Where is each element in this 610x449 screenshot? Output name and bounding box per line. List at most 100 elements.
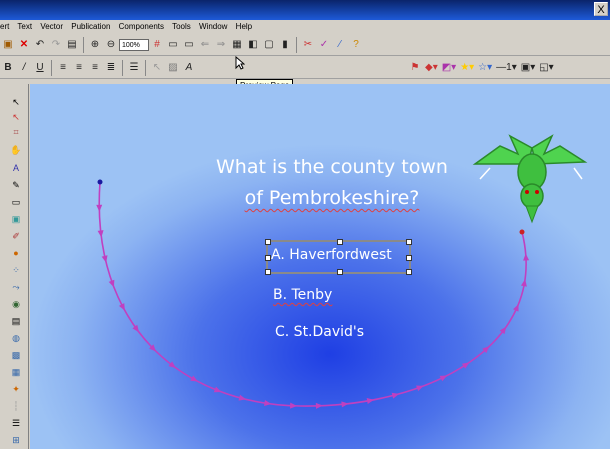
align-right-icon[interactable]: ≡ (89, 60, 101, 76)
media-tool-icon[interactable]: ▦ (10, 366, 22, 378)
zoom-out-icon[interactable]: ⊖ (105, 37, 117, 53)
separator (145, 60, 146, 76)
preview-page-icon[interactable]: ▭ (167, 37, 179, 53)
shadow-icon[interactable]: ◩▾ (442, 60, 456, 76)
menu-help[interactable]: Help (236, 22, 252, 31)
resize-handle[interactable] (265, 239, 271, 245)
tools-panel: ↖ ↖ ⌗ ✋ A ✎ ▭ ▣ ✐ ● ⁘ ⤳ ◉ ▤ ◍ ▩ ▦ ✦ ┆ ☰ … (0, 84, 29, 449)
menu-vector[interactable]: Vector (40, 22, 63, 31)
delete-icon[interactable]: ✕ (18, 37, 30, 53)
resize-handle[interactable] (406, 255, 412, 261)
welsh-dragon-image[interactable] (470, 124, 590, 234)
motion-path-arrow (118, 303, 125, 311)
menu-components[interactable]: Components (119, 22, 164, 31)
menu-window[interactable]: Window (199, 22, 227, 31)
paint-tool-icon[interactable]: ✐ (10, 230, 22, 242)
close-button[interactable]: X (594, 2, 608, 16)
justify-icon[interactable]: ≣ (105, 60, 117, 76)
star-outline-icon[interactable]: ☆▾ (478, 60, 492, 76)
more-icon[interactable]: ◱▾ (539, 60, 553, 76)
preview-icon[interactable]: ▭ (183, 37, 195, 53)
menu-insert[interactable]: ert (0, 22, 9, 31)
answer-a[interactable]: A. Haverfordwest (271, 247, 392, 263)
book-icon[interactable]: ▮ (279, 37, 291, 53)
motion-path-arrow (416, 385, 424, 392)
zoom-in-icon[interactable]: ⊕ (89, 37, 101, 53)
menu-publication[interactable]: Publication (71, 22, 110, 31)
text-tool-icon[interactable]: A (10, 162, 22, 174)
separator (122, 60, 123, 76)
page-canvas[interactable]: What is the county town of Pembrokeshire… (30, 84, 610, 449)
text-tool-icon[interactable]: A (183, 60, 195, 76)
animation-tool-icon[interactable]: ⤳ (10, 281, 22, 293)
star-icon[interactable]: ★▾ (460, 60, 474, 76)
motion-path-arrow (315, 402, 323, 409)
button-tool-icon[interactable]: ▣ (10, 213, 22, 225)
frame-icon[interactable]: ◧ (247, 37, 259, 53)
format-toolbar: B / U ≡ ≡ ≡ ≣ ☰ ↖ ▨ A ⚑ ◆▾ ◩▾ ★▾ ☆▾ —1▾ … (0, 58, 610, 79)
list-icon[interactable]: ☰ (128, 60, 140, 76)
hand-tool-icon[interactable]: ✋ (10, 144, 22, 156)
resize-handle[interactable] (406, 239, 412, 245)
wand-icon[interactable]: ⁄ (334, 37, 346, 53)
table-tool-icon[interactable]: ▤ (10, 315, 22, 327)
redo-icon[interactable]: ↷ (50, 37, 62, 53)
help-icon[interactable]: ? (350, 37, 362, 53)
answer-c[interactable]: C. St.David's (275, 324, 364, 340)
forward-arrow-icon[interactable]: ⇒ (215, 37, 227, 53)
fill-tool-icon[interactable]: ● (10, 247, 22, 259)
layout-icon[interactable]: ▦ (231, 37, 243, 53)
window-icon[interactable]: ▢ (263, 37, 275, 53)
align-left-icon[interactable]: ≡ (57, 60, 69, 76)
effects-icon[interactable]: ▣▾ (521, 60, 535, 76)
separator (51, 60, 52, 76)
divider-tool-icon[interactable]: ┆ (10, 400, 22, 412)
back-arrow-icon[interactable]: ⇐ (199, 37, 211, 53)
italic-icon[interactable]: / (18, 60, 30, 76)
paste-icon[interactable]: ▣ (2, 37, 14, 53)
fill-color-icon[interactable]: ◆▾ (425, 60, 438, 76)
pointer-tool-icon[interactable]: ↖ (10, 96, 22, 108)
line-width-icon[interactable]: —1▾ (496, 60, 517, 76)
grid-icon[interactable]: # (151, 37, 163, 53)
align-center-icon[interactable]: ≡ (73, 60, 85, 76)
underline-icon[interactable]: U (34, 60, 46, 76)
shape-tool-icon[interactable]: ◉ (10, 298, 22, 310)
answer-b[interactable]: B. Tenby (273, 287, 332, 303)
tools-icon[interactable]: ✂ (302, 37, 314, 53)
zoom-select[interactable]: 100% (119, 39, 149, 51)
menu-text[interactable]: Text (17, 22, 32, 31)
separator (296, 37, 297, 53)
bold-icon[interactable]: B (2, 60, 14, 76)
print-icon[interactable]: ▤ (66, 37, 78, 53)
pen-tool-icon[interactable]: ✎ (10, 179, 22, 191)
resize-handle[interactable] (406, 269, 412, 275)
menu-bar: ert Text Vector Publication Components T… (0, 20, 610, 34)
flash-tool-icon[interactable]: ✦ (10, 383, 22, 395)
motion-path-arrow (513, 304, 519, 312)
resize-handle[interactable] (337, 239, 343, 245)
form-tool-icon[interactable]: ▩ (10, 349, 22, 361)
motion-path-arrow (290, 402, 298, 409)
line-style-icon[interactable]: ⚑ (409, 60, 421, 76)
list-tool-icon[interactable]: ☰ (10, 417, 22, 429)
motion-path-arrow (108, 279, 115, 288)
check-icon[interactable]: ✓ (318, 37, 330, 53)
undo-icon[interactable]: ↶ (34, 37, 46, 53)
subselect-tool-icon[interactable]: ↖ (10, 111, 22, 123)
crop-tool-icon[interactable]: ⌗ (10, 126, 22, 138)
motion-path-arrow (523, 253, 530, 261)
resize-handle[interactable] (265, 269, 271, 275)
rectangle-tool-icon[interactable]: ▭ (10, 196, 22, 208)
motion-path-arrow (439, 375, 448, 382)
component-tool-icon[interactable]: ⊞ (10, 434, 22, 446)
mouse-cursor-icon (235, 56, 245, 70)
spray-tool-icon[interactable]: ⁘ (10, 264, 22, 276)
question-line-1: What is the county town (216, 156, 448, 178)
link-icon[interactable]: ↖ (151, 60, 163, 76)
motion-path-arrow (96, 204, 103, 212)
menu-tools[interactable]: Tools (172, 22, 191, 31)
image-icon[interactable]: ▨ (167, 60, 179, 76)
web-tool-icon[interactable]: ◍ (10, 332, 22, 344)
resize-handle[interactable] (337, 269, 343, 275)
